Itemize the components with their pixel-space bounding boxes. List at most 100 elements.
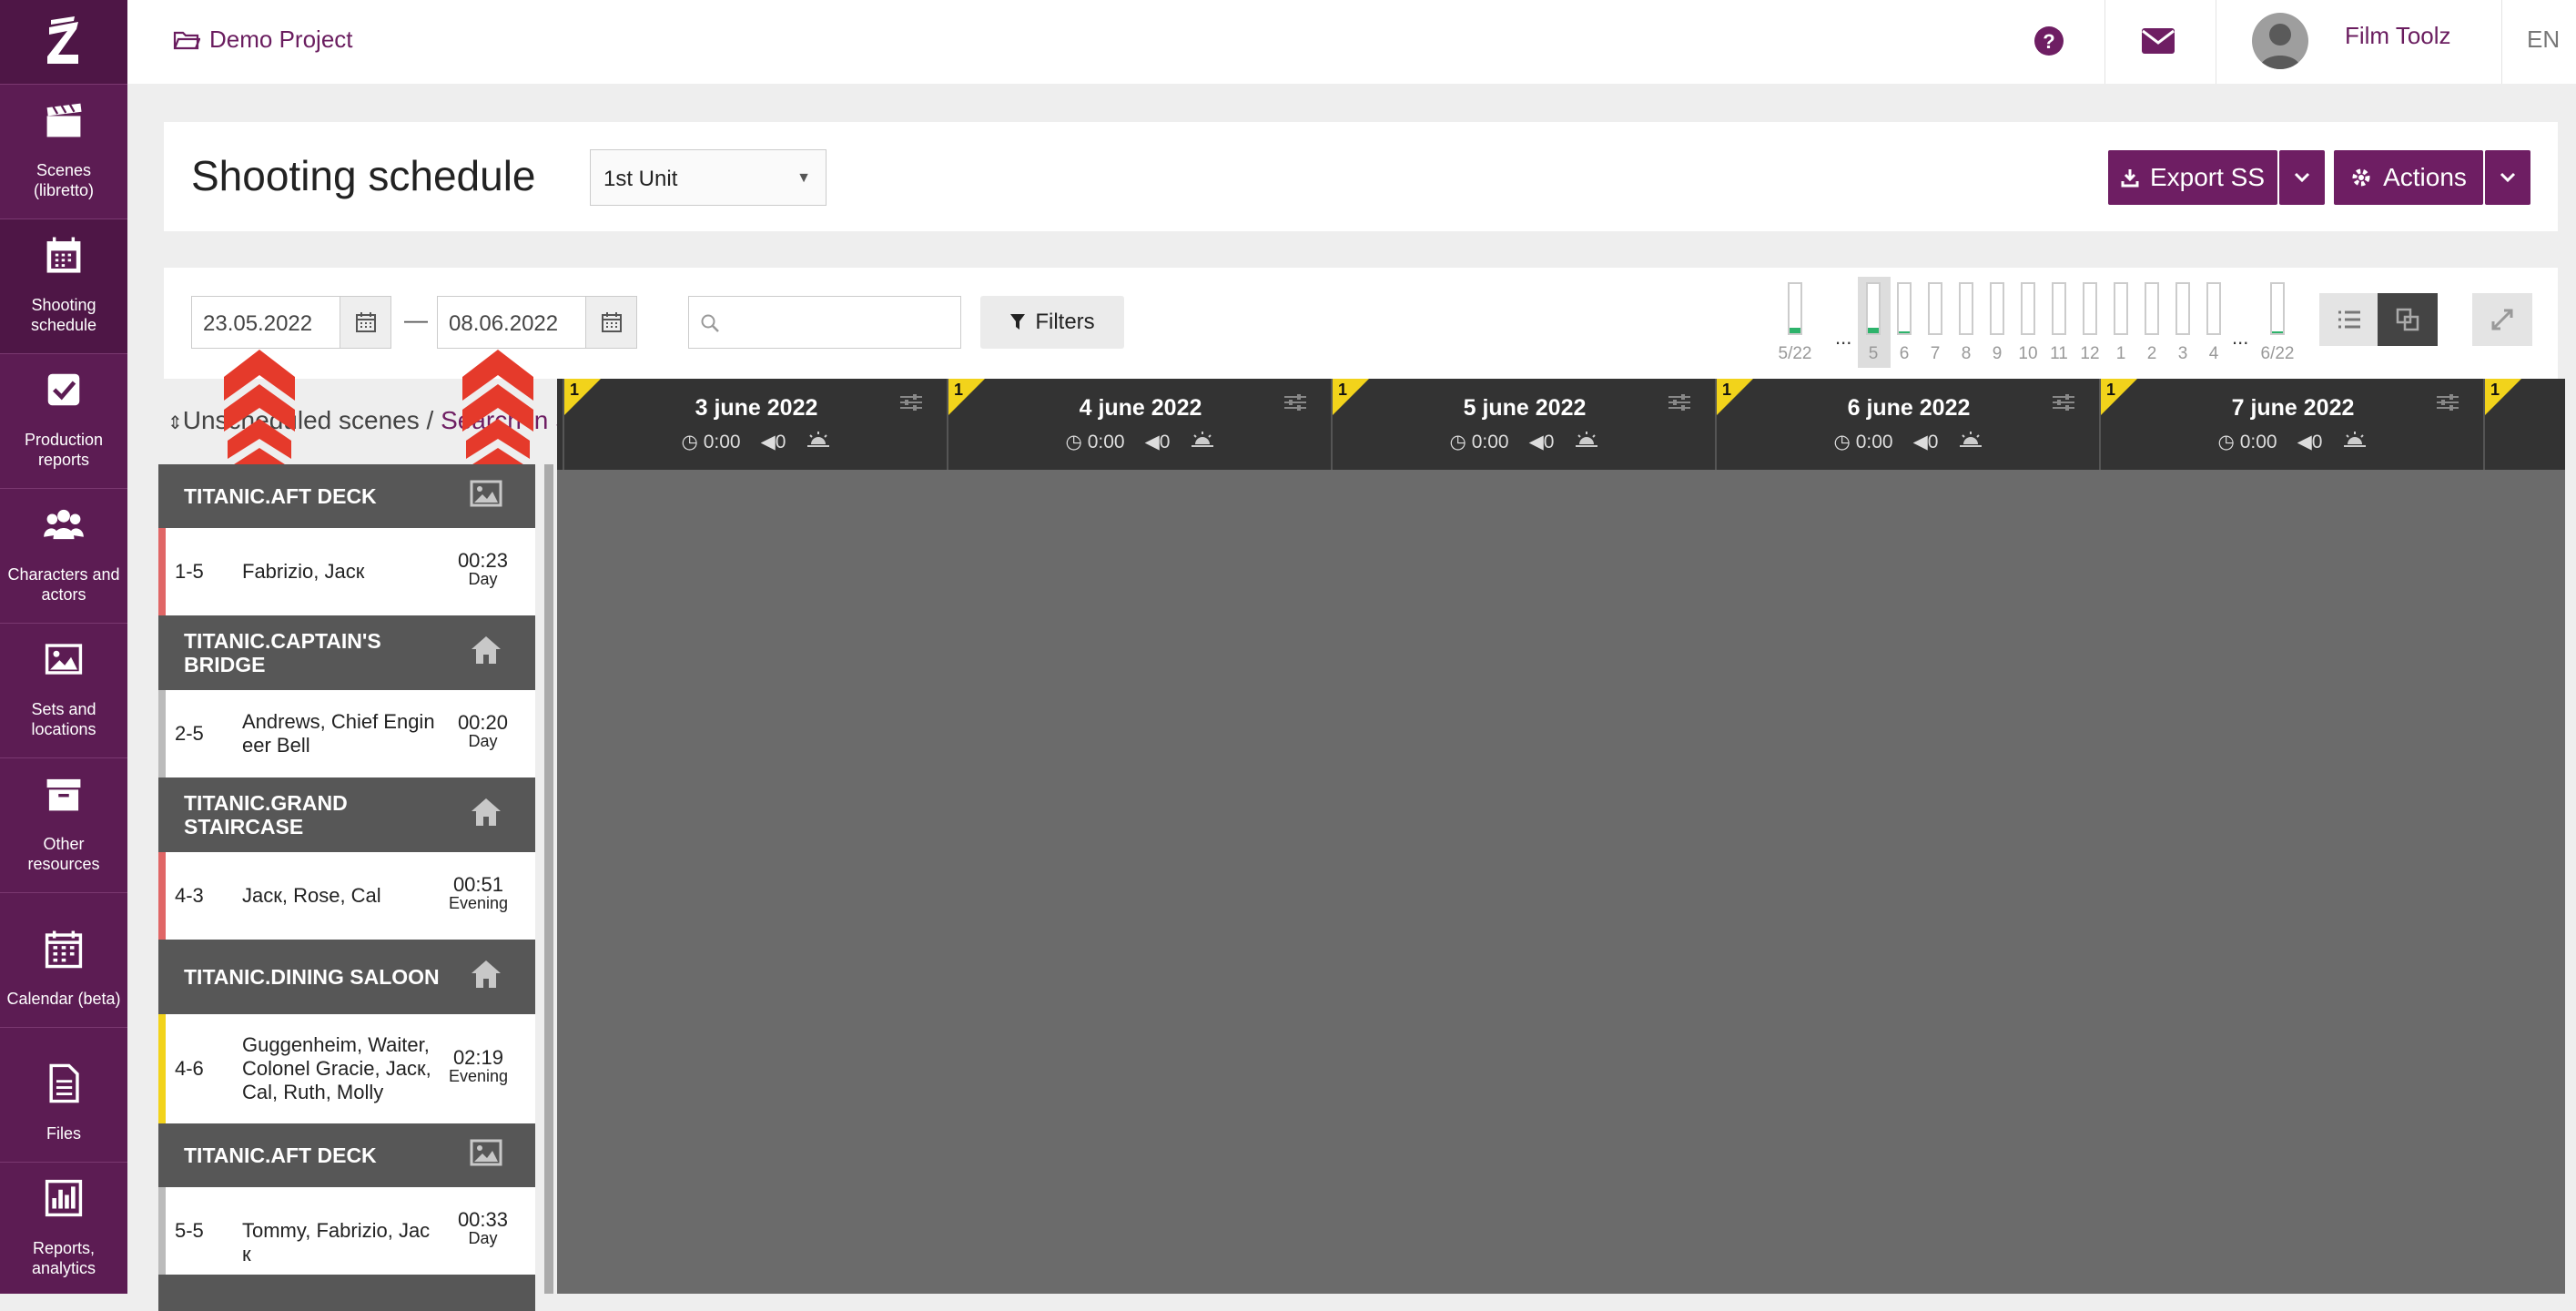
mini-day-bar[interactable] [2021, 282, 2035, 335]
sidebar-item-label: Characters and actors [7, 565, 120, 604]
messages-icon[interactable] [2141, 27, 2175, 59]
image-icon [43, 638, 85, 685]
day-settings-icon[interactable] [1668, 393, 1691, 416]
megaphone-icon: ◀ [1528, 431, 1544, 452]
day-column-header[interactable]: 13 june 2022 ◷ 0:00 ◀0 [563, 379, 948, 470]
sidebar-item-label: Calendar (beta) [6, 990, 121, 1008]
scene-row[interactable]: 1-5 Fabrizio, Jacк 00:23 Day [158, 528, 535, 615]
scene-row[interactable]: 4-6 Guggenheim, Waiter, Colonel Gracie, J… [158, 1014, 535, 1123]
mini-day-bar[interactable] [2206, 282, 2221, 335]
clock-icon: ◷ [2217, 431, 2235, 452]
unscheduled-scene-list: TITANIC.AFT DECK 1-5 Fabrizio, Jacк 00:23 Da… [158, 464, 535, 1311]
mini-day-bar[interactable] [1788, 282, 1802, 335]
date-to-input[interactable]: 08.06.2022 [437, 296, 586, 349]
location-group-header[interactable]: TITANIC.AFT DECK [158, 464, 535, 528]
board-view-button[interactable] [2378, 293, 2438, 346]
mini-day-bar[interactable] [1928, 282, 1942, 335]
fullscreen-button[interactable] [2472, 293, 2532, 346]
day-settings-icon[interactable] [2436, 393, 2459, 416]
location-group-header[interactable] [158, 1275, 535, 1311]
project-link[interactable]: Demo Project [173, 25, 353, 54]
sort-icon[interactable]: ⇕ [167, 413, 183, 433]
location-group-header[interactable]: TITANIC.GRAND STAIRCASE [158, 777, 535, 852]
sunrise-icon [806, 430, 831, 453]
dropdown-arrow-icon: ▼ [796, 170, 811, 186]
project-name: Demo Project [209, 25, 353, 53]
sidebar-item-characters-and-actors[interactable]: Characters and actors [0, 488, 127, 623]
unscheduled-label[interactable]: Unscheduled scenes [183, 406, 420, 434]
filters-label: Filters [1035, 310, 1095, 334]
day-duration: ◷ 0:00 [1066, 431, 1125, 453]
date-from-calendar-button[interactable] [340, 296, 391, 349]
day-date: 3 june 2022 [695, 395, 818, 421]
day-column-header[interactable]: 1 [2483, 379, 2567, 470]
day-column-header[interactable]: 16 june 2022 ◷ 0:00 ◀0 [1715, 379, 2101, 470]
mini-day-label: 5/22 [1778, 344, 1812, 363]
actions-button[interactable]: Actions [2334, 150, 2483, 205]
mini-day-bar[interactable] [1959, 282, 1973, 335]
mini-day-bar[interactable] [1897, 282, 1912, 335]
location-group-header[interactable]: TITANIC.AFT DECK [158, 1123, 535, 1187]
mini-day-bar[interactable] [2145, 282, 2159, 335]
day-duration-value: 0:00 [703, 431, 741, 452]
expand-icon [2491, 309, 2513, 330]
sidebar-item-sets-and-locations[interactable]: Sets and locations [0, 623, 127, 757]
svg-text:?: ? [2043, 30, 2054, 53]
date-to-calendar-button[interactable] [586, 296, 637, 349]
scene-row[interactable]: 4-3 Jacк, Rose, Cal 00:51 Evening [158, 852, 535, 940]
sidebar-item-files[interactable]: Files [0, 1027, 127, 1162]
chevron-down-icon [2294, 172, 2310, 183]
mini-day-bar[interactable] [1866, 282, 1881, 335]
day-settings-icon[interactable] [899, 393, 923, 416]
export-dropdown-button[interactable] [2279, 150, 2325, 205]
unit-select[interactable]: 1st Unit ▼ [590, 149, 827, 206]
mini-day-bar[interactable] [2083, 282, 2097, 335]
day-settings-icon[interactable] [1283, 393, 1307, 416]
date-from-input[interactable]: 23.05.2022 [191, 296, 340, 349]
location-name: TITANIC.AFT DECK [184, 1143, 377, 1167]
sunrise-icon [1190, 430, 1215, 453]
language-switcher[interactable]: EN [2527, 25, 2560, 54]
scene-duration: 00:20 Day [458, 713, 508, 751]
day-date: 5 june 2022 [1463, 395, 1587, 421]
day-column-header[interactable]: 15 june 2022 ◷ 0:00 ◀0 [1331, 379, 1717, 470]
mini-day-bar[interactable] [2175, 282, 2190, 335]
sidebar-item-label: Other resources [27, 835, 100, 873]
export-ss-button[interactable]: Export SS [2108, 150, 2277, 205]
filters-button[interactable]: Filters [980, 296, 1124, 349]
day-column-header[interactable]: 14 june 2022 ◷ 0:00 ◀0 [947, 379, 1333, 470]
day-settings-icon[interactable] [2052, 393, 2075, 416]
day-column-header[interactable]: 17 june 2022 ◷ 0:00 ◀0 [2099, 379, 2485, 470]
day-ads-value: 0 [2311, 431, 2323, 452]
help-icon[interactable]: ? [2033, 25, 2064, 61]
sidebar-item-shooting-schedule[interactable]: Shooting schedule [0, 218, 127, 353]
location-group-header[interactable]: TITANIC.DINING SALOON [158, 940, 535, 1014]
scene-characters: Fabrizio, Jacк [242, 560, 365, 583]
image-icon [468, 1134, 504, 1176]
list-view-button[interactable] [2319, 293, 2379, 346]
export-ss-label: Export SS [2149, 163, 2266, 191]
mini-day-bar[interactable] [2114, 282, 2128, 335]
location-group-header[interactable]: TITANIC.CAPTAIN'S BRIDGE [158, 615, 535, 690]
sidebar-item-other-resources[interactable]: Other resources [0, 757, 127, 892]
avatar[interactable] [2252, 13, 2308, 69]
search-input[interactable] [688, 296, 961, 349]
header-divider [2104, 0, 2105, 84]
scene-characters: Tommy, Fabrizio, Jac к [242, 1219, 431, 1265]
list-scrollbar[interactable] [544, 464, 553, 1294]
user-name[interactable]: Film Toolz [2345, 22, 2451, 50]
sidebar-item-scenes-libretto[interactable]: Scenes (libretto) [0, 84, 127, 218]
scene-row[interactable]: 2-5 Andrews, Chief Engin eer Bell 00:20 Day [158, 690, 535, 777]
scene-number: 2-5 [175, 722, 204, 745]
actions-dropdown-button[interactable] [2485, 150, 2530, 205]
scene-number: 4-3 [175, 884, 204, 907]
bar-chart-icon [43, 1177, 85, 1224]
scene-row[interactable]: 5-5 Tommy, Fabrizio, Jac к 00:33 Day [158, 1187, 535, 1275]
mini-day-bar[interactable] [2270, 282, 2285, 335]
app-logo[interactable] [0, 0, 127, 84]
sidebar-item-reports-analytics[interactable]: Reports, analytics [0, 1162, 127, 1296]
mini-day-bar[interactable] [1990, 282, 2004, 335]
sidebar-item-production-reports[interactable]: Production reports [0, 353, 127, 488]
sidebar-item-calendar-beta[interactable]: Calendar (beta) [0, 892, 127, 1027]
mini-day-bar[interactable] [2052, 282, 2066, 335]
